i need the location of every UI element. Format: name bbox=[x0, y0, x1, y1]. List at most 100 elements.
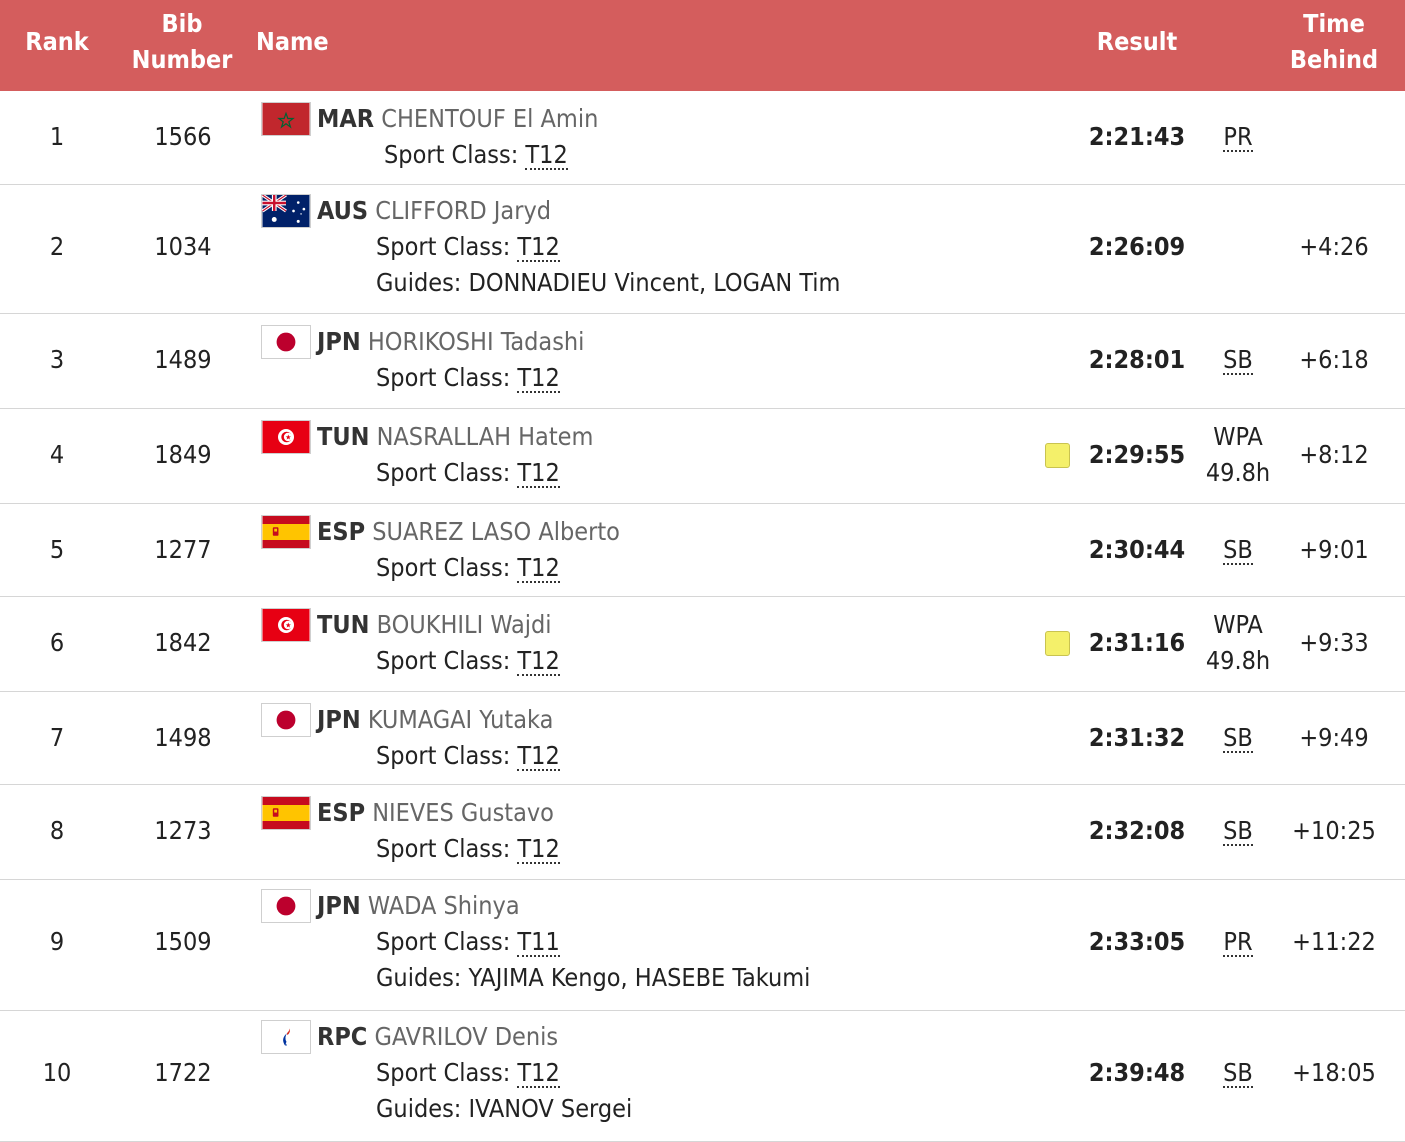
yellow-card-icon[interactable] bbox=[1045, 631, 1070, 656]
athlete-name[interactable]: ESP SUAREZ LASO Alberto bbox=[317, 514, 620, 550]
bib-cell: 1273 bbox=[154, 816, 212, 845]
header-name[interactable]: Name bbox=[256, 24, 329, 60]
guides-label: Guides: bbox=[376, 963, 469, 992]
guides: Guides: YAJIMA Kengo, HASEBE Takumi bbox=[376, 960, 810, 996]
record-abbr[interactable]: SB bbox=[1223, 537, 1253, 565]
result-time: 2:33:05 bbox=[1088, 927, 1186, 956]
record-note[interactable]: WPA 49.8h bbox=[1200, 607, 1276, 679]
header-result[interactable]: Result bbox=[1082, 24, 1192, 60]
rank-cell: 1 bbox=[49, 122, 65, 151]
record-note-line2: 49.8h bbox=[1205, 458, 1271, 487]
header-time-behind[interactable]: Time Behind bbox=[1278, 6, 1390, 78]
record-abbr[interactable]: SB bbox=[1223, 1060, 1253, 1088]
athlete-name[interactable]: TUN BOUKHILI Wajdi bbox=[317, 607, 552, 643]
noc-code: JPN bbox=[317, 705, 361, 734]
tunisia-flag-icon bbox=[261, 608, 311, 642]
sport-class-value[interactable]: T12 bbox=[517, 743, 560, 771]
sport-class: Sport Class: T12 bbox=[376, 643, 560, 679]
spain-flag-icon bbox=[261, 796, 311, 830]
record-note[interactable]: PR bbox=[1200, 119, 1276, 155]
sport-class-value[interactable]: T12 bbox=[517, 460, 560, 488]
record-note-line1: WPA bbox=[1213, 610, 1263, 639]
record-note[interactable]: SB bbox=[1200, 1055, 1276, 1091]
morocco-flag-icon bbox=[261, 102, 311, 136]
record-note[interactable]: SB bbox=[1200, 720, 1276, 756]
record-abbr[interactable]: PR bbox=[1223, 929, 1253, 957]
table-row: 1 1566 MAR CHENTOUF El Amin Sport Class: T1… bbox=[0, 91, 1405, 185]
table-row: 3 1489 JPN HORIKOSHI Tadashi Sport Class: T… bbox=[0, 314, 1405, 409]
spain-flag-icon bbox=[261, 515, 311, 549]
header-behind-line1: Time bbox=[1303, 9, 1365, 38]
yellow-card-icon[interactable] bbox=[1045, 443, 1070, 468]
athlete-name[interactable]: AUS CLIFFORD Jaryd bbox=[317, 193, 551, 229]
bib-cell: 1849 bbox=[154, 440, 212, 469]
sport-class-value[interactable]: T12 bbox=[517, 234, 560, 262]
header-bib-line2: Number bbox=[131, 45, 233, 74]
sport-class: Sport Class: T12 bbox=[376, 229, 560, 265]
sport-class-label: Sport Class: bbox=[376, 553, 518, 582]
record-note[interactable]: SB bbox=[1200, 342, 1276, 378]
athlete-name-text: SUAREZ LASO Alberto bbox=[372, 517, 620, 546]
table-row: 2 1034 AUS CLIFFORD Jaryd Sport Class: T12 G… bbox=[0, 185, 1405, 314]
sport-class-value[interactable]: T12 bbox=[517, 648, 560, 676]
sport-class-label: Sport Class: bbox=[376, 741, 518, 770]
rank-cell: 8 bbox=[49, 816, 65, 845]
bib-cell: 1566 bbox=[154, 122, 212, 151]
noc-code: AUS bbox=[317, 196, 369, 225]
table-row: 4 1849 TUN NASRALLAH Hatem Sport Class: T12… bbox=[0, 409, 1405, 504]
results-table: Rank Bib Number Name Result Time Behind … bbox=[0, 0, 1405, 1142]
athlete-name-text: GAVRILOV Denis bbox=[374, 1022, 559, 1051]
athlete-name[interactable]: JPN KUMAGAI Yutaka bbox=[317, 702, 553, 738]
table-header: Rank Bib Number Name Result Time Behind bbox=[0, 0, 1405, 91]
table-row: 7 1498 JPN KUMAGAI Yutaka Sport Class: T12 2… bbox=[0, 692, 1405, 785]
sport-class-value[interactable]: T12 bbox=[525, 142, 568, 170]
sport-class: Sport Class: T11 bbox=[376, 924, 560, 960]
sport-class-value[interactable]: T12 bbox=[517, 555, 560, 583]
bib-cell: 1034 bbox=[154, 232, 212, 261]
table-body: 1 1566 MAR CHENTOUF El Amin Sport Class: T1… bbox=[0, 91, 1405, 1142]
rank-cell: 6 bbox=[49, 628, 65, 657]
athlete-name[interactable]: TUN NASRALLAH Hatem bbox=[317, 419, 593, 455]
sport-class-value[interactable]: T12 bbox=[517, 836, 560, 864]
record-abbr[interactable]: PR bbox=[1223, 124, 1253, 152]
time-behind: +9:49 bbox=[1299, 723, 1369, 752]
record-note[interactable]: WPA 49.8h bbox=[1200, 419, 1276, 491]
record-abbr[interactable]: SB bbox=[1223, 818, 1253, 846]
sport-class: Sport Class: T12 bbox=[376, 550, 560, 586]
sport-class: Sport Class: T12 bbox=[376, 455, 560, 491]
athlete-name[interactable]: JPN WADA Shinya bbox=[317, 888, 520, 924]
rank-cell: 4 bbox=[49, 440, 65, 469]
noc-code: JPN bbox=[317, 891, 361, 920]
record-note[interactable]: SB bbox=[1200, 532, 1276, 568]
athlete-name-text: NASRALLAH Hatem bbox=[376, 422, 594, 451]
sport-class: Sport Class: T12 bbox=[376, 738, 560, 774]
guides-label: Guides: bbox=[376, 1094, 469, 1123]
table-row: 6 1842 TUN BOUKHILI Wajdi Sport Class: T12 2… bbox=[0, 597, 1405, 692]
noc-code: TUN bbox=[317, 610, 370, 639]
rank-cell: 3 bbox=[49, 345, 65, 374]
sport-class-value[interactable]: T12 bbox=[517, 1060, 560, 1088]
time-behind: +18:05 bbox=[1292, 1058, 1376, 1087]
sport-class-label: Sport Class: bbox=[376, 458, 518, 487]
sport-class-value[interactable]: T12 bbox=[517, 365, 560, 393]
sport-class-value[interactable]: T11 bbox=[517, 929, 560, 957]
record-abbr[interactable]: SB bbox=[1223, 725, 1253, 753]
record-note-line2: 49.8h bbox=[1205, 646, 1271, 675]
athlete-name[interactable]: JPN HORIKOSHI Tadashi bbox=[317, 324, 584, 360]
header-rank[interactable]: Rank bbox=[0, 24, 114, 60]
athlete-name[interactable]: RPC GAVRILOV Denis bbox=[317, 1019, 558, 1055]
record-note[interactable]: PR bbox=[1200, 924, 1276, 960]
header-bib-number[interactable]: Bib Number bbox=[122, 6, 242, 78]
rank-cell: 2 bbox=[49, 232, 65, 261]
athlete-name[interactable]: ESP NIEVES Gustavo bbox=[317, 795, 554, 831]
sport-class-label: Sport Class: bbox=[376, 232, 518, 261]
guides-names: YAJIMA Kengo, HASEBE Takumi bbox=[468, 963, 811, 992]
result-time: 2:28:01 bbox=[1088, 345, 1186, 374]
guides: Guides: DONNADIEU Vincent, LOGAN Tim bbox=[376, 265, 840, 301]
time-behind: +4:26 bbox=[1299, 232, 1369, 261]
rpc-flag-icon bbox=[261, 1020, 311, 1054]
record-abbr[interactable]: SB bbox=[1223, 347, 1253, 375]
noc-code: JPN bbox=[317, 327, 361, 356]
athlete-name[interactable]: MAR CHENTOUF El Amin bbox=[317, 101, 598, 137]
record-note[interactable]: SB bbox=[1200, 813, 1276, 849]
